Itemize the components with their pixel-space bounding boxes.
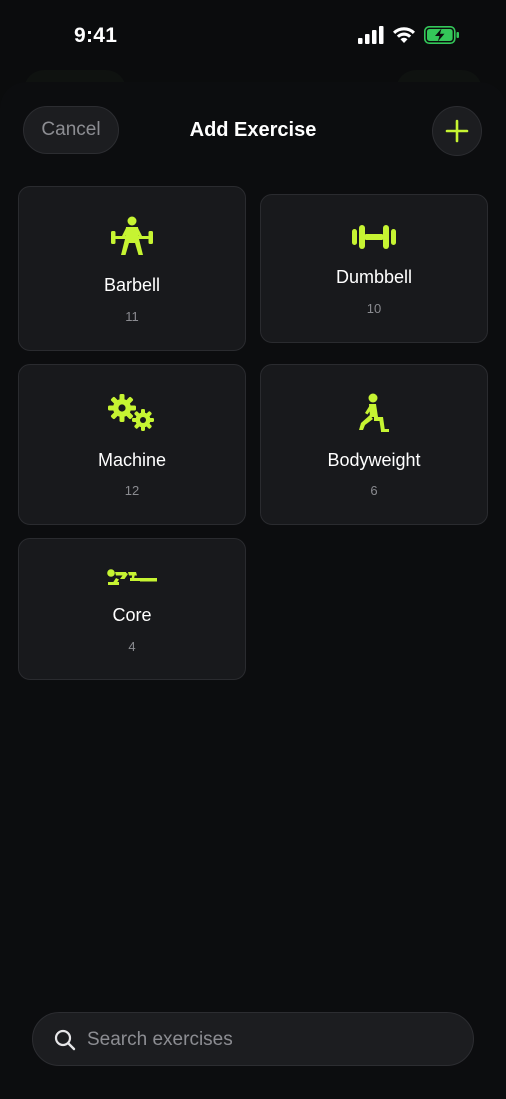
lunge-figure-icon bbox=[359, 393, 389, 432]
status-bar: 9:41 bbox=[0, 0, 506, 70]
search-input[interactable] bbox=[85, 1013, 459, 1067]
core-figure-icon bbox=[107, 569, 157, 585]
add-button[interactable] bbox=[432, 106, 482, 156]
plus-icon bbox=[445, 119, 469, 143]
battery-charging-icon bbox=[424, 26, 459, 44]
category-count: 12 bbox=[124, 483, 140, 498]
signal-icon bbox=[358, 26, 384, 44]
category-count: 11 bbox=[125, 309, 139, 324]
category-name: Dumbbell bbox=[335, 267, 413, 287]
category-name: Barbell bbox=[103, 275, 161, 295]
status-icons bbox=[358, 26, 460, 44]
page-title: Add Exercise bbox=[189, 119, 317, 141]
category-card-bodyweight[interactable]: Bodyweight 6 bbox=[260, 364, 488, 525]
category-count: 4 bbox=[128, 639, 136, 654]
category-card-dumbbell[interactable]: Dumbbell 10 bbox=[260, 194, 488, 343]
category-count: 6 bbox=[370, 483, 378, 498]
search-bar[interactable] bbox=[32, 1012, 474, 1067]
wifi-icon bbox=[393, 27, 415, 43]
gears-icon bbox=[108, 394, 154, 431]
dumbbell-icon bbox=[352, 225, 396, 249]
category-name: Core bbox=[112, 605, 152, 625]
category-card-core[interactable]: Core 4 bbox=[18, 538, 246, 680]
category-name: Bodyweight bbox=[327, 450, 421, 470]
status-time: 9:41 bbox=[74, 24, 118, 47]
category-card-machine[interactable]: Machine 12 bbox=[18, 364, 246, 525]
category-name: Machine bbox=[97, 450, 167, 470]
category-card-barbell[interactable]: Barbell 11 bbox=[18, 186, 246, 351]
barbell-icon bbox=[111, 216, 153, 255]
search-icon bbox=[54, 1029, 76, 1051]
category-count: 10 bbox=[366, 301, 382, 316]
